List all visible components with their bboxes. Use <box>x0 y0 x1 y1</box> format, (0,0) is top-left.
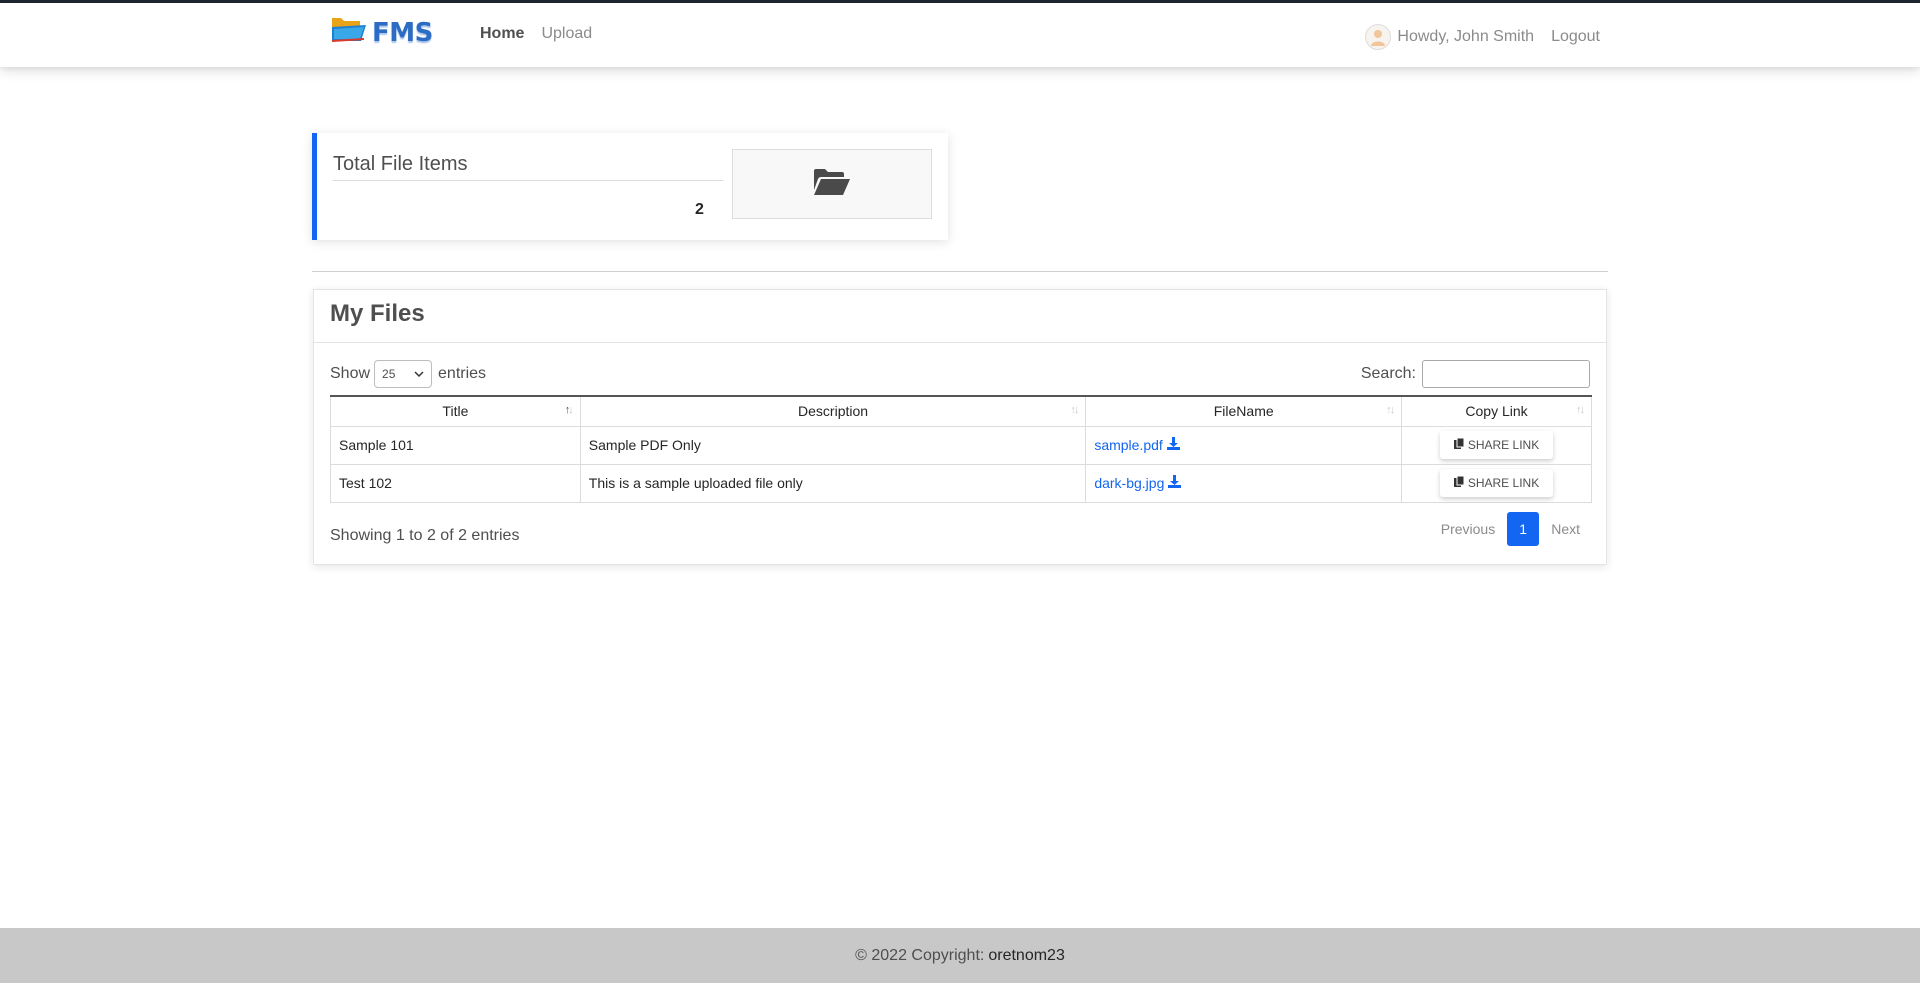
cell-copy-link: SHARE LINK <box>1401 463 1592 503</box>
chevron-down-icon <box>414 367 424 381</box>
user-avatar-icon <box>1371 30 1386 46</box>
brand-name: FMS <box>372 17 433 48</box>
column-header-filename[interactable]: FileName ↑↓ <box>1085 395 1403 427</box>
share-link-button[interactable]: SHARE LINK <box>1439 431 1554 459</box>
file-download-link[interactable]: sample.pdf <box>1094 437 1180 453</box>
column-header-description[interactable]: Description ↑↓ <box>579 395 1087 427</box>
page-size-value: 25 <box>382 367 396 381</box>
avatar[interactable] <box>1365 24 1392 50</box>
user-menu: Howdy, John Smith Logout <box>1365 24 1600 50</box>
cell-description: Sample PDF Only <box>579 425 1087 465</box>
cell-filename: sample.pdf <box>1085 425 1403 465</box>
footer: © 2022 Copyright: oretnom23 <box>0 928 1920 983</box>
download-icon <box>1168 475 1182 491</box>
files-table: Title ↑↓ Description ↑↓ FileName ↑↓ Copy… <box>330 395 1592 503</box>
table-row: Sample 101 Sample PDF Only sample.pdf SH… <box>330 425 1592 465</box>
folder-open-icon <box>813 168 851 201</box>
navbar: FMS Home Upload Howdy, John Smith Logout <box>0 0 1920 67</box>
stat-icon-box <box>732 149 932 219</box>
sort-icon: ↑↓ <box>1576 404 1585 416</box>
column-header-title[interactable]: Title ↑↓ <box>330 395 581 427</box>
stat-title: Total File Items <box>333 153 723 181</box>
sort-asc-icon: ↑↓ <box>564 404 574 416</box>
footer-copyright: © 2022 Copyright: <box>855 946 985 964</box>
nav-upload-link[interactable]: Upload <box>541 25 592 43</box>
files-card-header: My Files <box>314 290 1606 343</box>
brand-logo[interactable]: FMS <box>330 17 433 48</box>
section-divider <box>312 271 1608 272</box>
cell-copy-link: SHARE LINK <box>1401 425 1592 465</box>
cell-title: Test 102 <box>330 463 581 503</box>
copy-icon <box>1453 475 1465 490</box>
footer-brand-link[interactable]: oretnom23 <box>988 947 1065 965</box>
pagination: Previous 1 Next <box>1441 512 1580 546</box>
files-title: My Files <box>330 300 425 327</box>
table-row: Test 102 This is a sample uploaded file … <box>330 463 1592 503</box>
page-length-control: Show 25 entries <box>330 360 486 388</box>
previous-page-button[interactable]: Previous <box>1441 521 1495 537</box>
search-input[interactable] <box>1422 360 1590 388</box>
logout-link[interactable]: Logout <box>1551 28 1600 46</box>
sort-icon: ↑↓ <box>1070 404 1079 416</box>
main-nav: Home Upload <box>480 25 592 43</box>
cell-description: This is a sample uploaded file only <box>579 463 1087 503</box>
table-header-row: Title ↑↓ Description ↑↓ FileName ↑↓ Copy… <box>330 395 1592 427</box>
share-link-button[interactable]: SHARE LINK <box>1439 469 1554 497</box>
file-download-link[interactable]: dark-bg.jpg <box>1094 475 1182 491</box>
folder-logo-icon <box>330 17 368 48</box>
search-control: Search: <box>1361 360 1590 388</box>
download-icon <box>1166 437 1180 453</box>
sort-icon: ↑↓ <box>1386 404 1395 416</box>
stat-value: 2 <box>695 201 704 218</box>
page-1-button[interactable]: 1 <box>1507 512 1540 546</box>
user-greeting[interactable]: Howdy, John Smith <box>1397 28 1534 46</box>
show-label: Show <box>330 365 371 382</box>
table-info: Showing 1 to 2 of 2 entries <box>330 527 520 544</box>
page-size-select[interactable]: 25 <box>374 360 433 388</box>
next-page-button[interactable]: Next <box>1551 521 1580 537</box>
search-label: Search: <box>1360 365 1416 382</box>
entries-label: entries <box>438 365 487 382</box>
my-files-card: My Files Show 25 entries Search: Title ↑… <box>313 289 1607 565</box>
cell-filename: dark-bg.jpg <box>1085 463 1403 503</box>
cell-title: Sample 101 <box>330 425 581 465</box>
total-files-card: Total File Items 2 <box>312 133 948 240</box>
column-header-copy-link[interactable]: Copy Link ↑↓ <box>1401 395 1592 427</box>
copy-icon <box>1453 437 1465 452</box>
nav-home-link[interactable]: Home <box>480 25 524 43</box>
